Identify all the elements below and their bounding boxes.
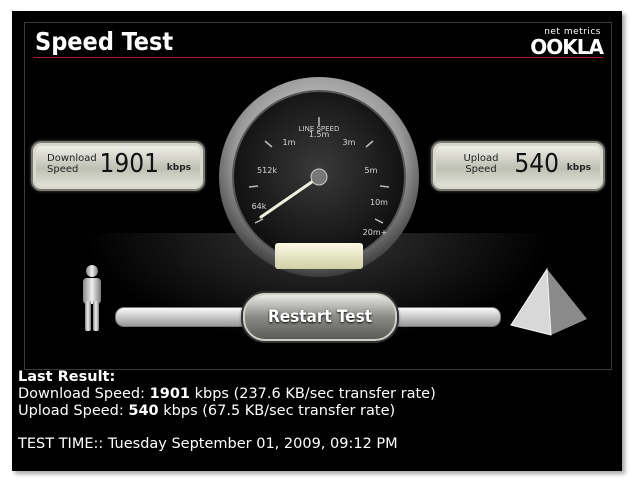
- last-result-panel: Last Result: Download Speed: 1901 kbps (…: [18, 369, 436, 453]
- upload-label-2: Speed: [465, 164, 497, 175]
- gauge-tick-label: 1.5m: [309, 130, 330, 139]
- gauge-tick-label: 512k: [257, 166, 277, 175]
- last-result-heading: Last Result:: [18, 369, 116, 385]
- download-result-line: Download Speed: 1901 kbps (237.6 KB/sec …: [18, 386, 436, 402]
- gauge-tick-label: 20m+: [363, 228, 388, 237]
- speed-gauge: LINE SPEED 64k 512k 1m 1.5m 3m 5m 10m 20…: [219, 77, 419, 277]
- gauge-tick-label: 64k: [252, 202, 267, 211]
- download-label-2: Speed: [47, 164, 79, 175]
- upload-speed-display: Upload Speed 540 kbps: [431, 141, 605, 191]
- brand-name: OOKLA: [530, 35, 604, 59]
- app-title: Speed Test: [35, 27, 174, 56]
- download-result-value: 1901: [149, 386, 190, 402]
- upload-result-line: Upload Speed: 540 kbps (67.5 KB/sec tran…: [18, 403, 396, 419]
- gauge-tick-label: 10m: [370, 198, 388, 207]
- gauge-readout-window: [275, 243, 363, 269]
- user-icon: [83, 265, 101, 331]
- upload-label: Upload: [463, 153, 499, 164]
- needle-hub: [310, 168, 328, 186]
- upload-value: 540: [514, 149, 559, 179]
- download-value: 1901: [99, 149, 159, 179]
- title-divider: [33, 57, 603, 58]
- download-label: Download: [47, 153, 97, 164]
- upload-result-value: 540: [128, 403, 159, 419]
- restart-test-button[interactable]: Restart Test: [243, 293, 397, 341]
- gauge-tick-label: 5m: [365, 166, 378, 175]
- upload-unit: kbps: [566, 163, 591, 173]
- speedtest-panel: Speed Test net metrics OOKLA LINE SPEED: [24, 22, 612, 370]
- ookla-logo: net metrics OOKLA: [530, 27, 604, 59]
- gauge-tick-label: 1m: [283, 138, 296, 147]
- server-pyramid-icon: [510, 267, 587, 336]
- download-unit: kbps: [166, 163, 191, 173]
- test-time: TEST TIME:: Tuesday September 01, 2009, …: [18, 436, 398, 452]
- download-speed-display: Download Speed 1901 kbps: [31, 141, 205, 191]
- gauge-tick-label: 3m: [343, 138, 356, 147]
